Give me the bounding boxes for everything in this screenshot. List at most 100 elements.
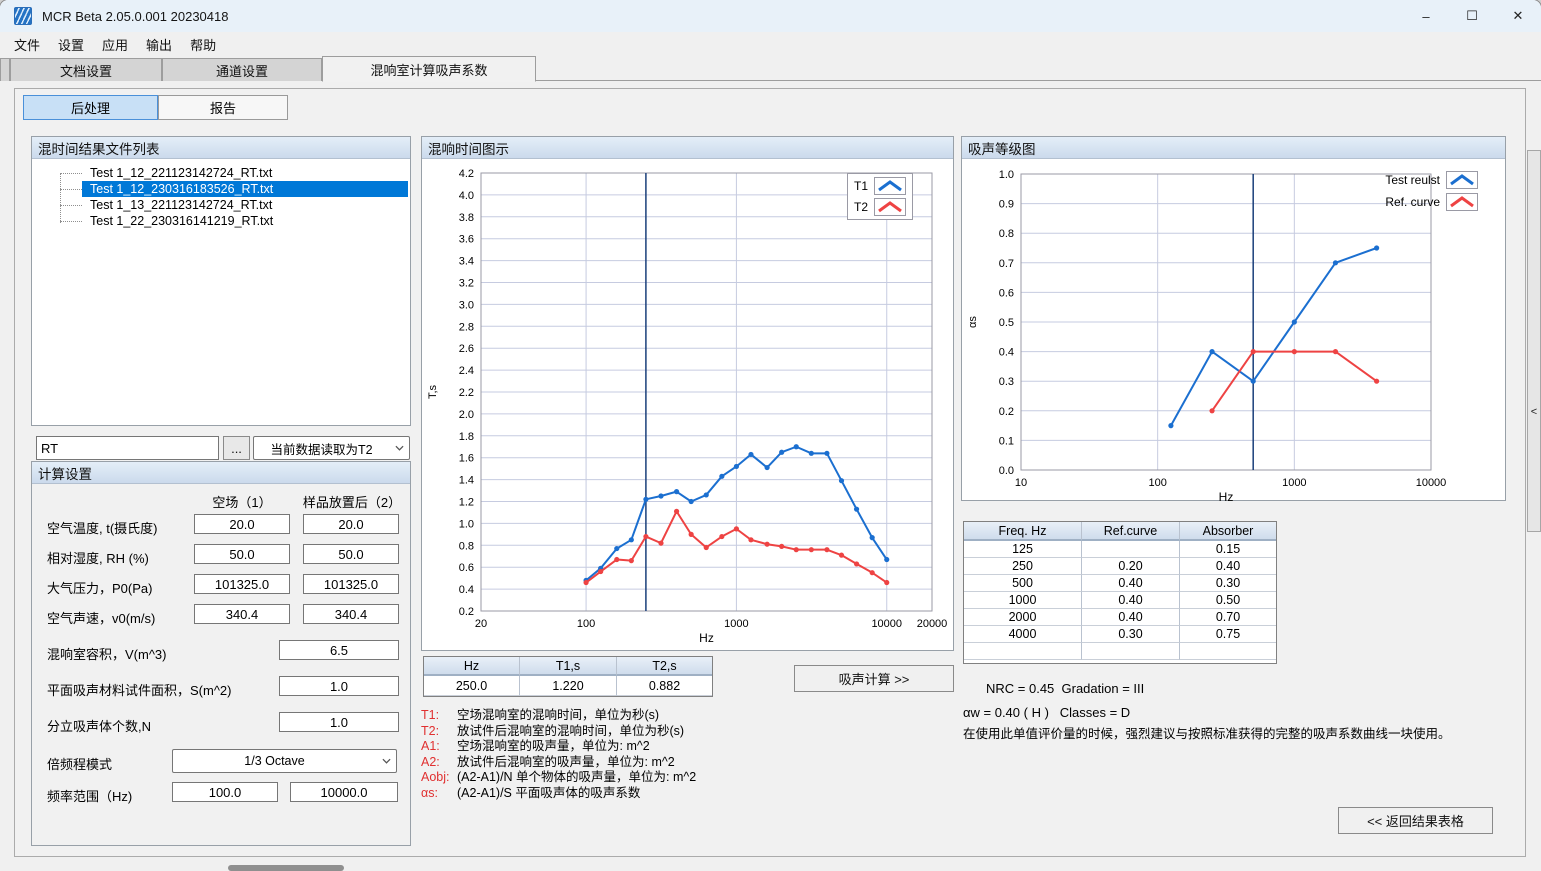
file-item[interactable]: Test 1_22_230316141219_RT.txt [32,213,410,229]
tab-document-settings[interactable]: 文档设置 [10,58,162,81]
nrc-result-text: NRC = 0.45 Gradation = III [986,681,1144,696]
temp-field-1[interactable] [194,514,290,534]
field-label-sample-area: 平面吸声材料试件面积，S(m^2) [47,680,232,699]
window-title: MCR Beta 2.05.0.001 20230418 [42,9,228,24]
grade-chart-legend: Test reulst Ref. curve [1385,171,1478,211]
file-list-group: 混时间结果文件列表 Test 1_12_221123142724_RT.txt … [31,136,411,426]
horizontal-scrollbar-thumb[interactable] [228,865,344,871]
main-panel: 后处理 报告 混时间结果文件列表 Test 1_12_221123142724_… [14,88,1526,857]
tab-channel-settings[interactable]: 通道设置 [162,58,322,81]
close-button[interactable]: ✕ [1495,0,1541,32]
svg-text:2.2: 2.2 [459,387,474,399]
svg-text:2.6: 2.6 [459,343,474,355]
sample-area-field[interactable] [279,676,399,696]
svg-text:100: 100 [577,618,595,630]
app-icon [14,7,32,25]
column-header-with-sample: 样品放置后（2） [297,492,407,511]
menu-help[interactable]: 帮助 [184,32,228,57]
svg-text:2.4: 2.4 [459,365,474,377]
svg-text:0.4: 0.4 [459,584,474,596]
maximize-button[interactable]: ☐ [1449,0,1495,32]
svg-text:1.0: 1.0 [999,169,1014,181]
freq-max-field[interactable] [290,782,398,802]
menu-file[interactable]: 文件 [8,32,52,57]
field-label-freq-range: 频率范围（Hz) [47,786,132,805]
file-item[interactable]: Test 1_13_221123142724_RT.txt [32,197,410,213]
file-item-selected[interactable]: Test 1_12_230316183526_RT.txt [32,181,410,197]
svg-text:T,s: T,s [427,384,439,399]
pressure-field-2[interactable] [303,574,399,594]
svg-text:0.9: 0.9 [999,199,1014,211]
title-bar: MCR Beta 2.05.0.001 20230418 – ☐ ✕ [0,0,1541,32]
menu-apply[interactable]: 应用 [96,32,140,57]
field-label-humidity: 相对湿度, RH (%) [47,548,149,567]
room-volume-field[interactable] [279,640,399,660]
svg-text:1000: 1000 [724,618,748,630]
file-list-title: 混时间结果文件列表 [32,137,410,159]
svg-text:0.2: 0.2 [999,406,1014,418]
field-label-pressure: 大气压力，P0(Pa) [47,578,152,597]
svg-text:1.2: 1.2 [459,497,474,509]
rt-value-table: Hz T1,s T2,s 250.0 1.220 0.882 [423,656,713,697]
rt-chart-group: 混响时间图示 0.20.40.60.81.01.21.41.61.82.02.2… [421,136,954,651]
menu-output[interactable]: 输出 [140,32,184,57]
svg-text:0.8: 0.8 [459,540,474,552]
collapse-left-icon: < [1531,406,1537,531]
svg-text:10000: 10000 [871,618,902,630]
svg-text:4.2: 4.2 [459,168,474,180]
menu-bar: 文件 设置 应用 输出 帮助 [0,32,1541,56]
notes-block: T1:空场混响室的混响时间，单位为秒(s) T2:放试件后混响室的混响时间，单位… [421,708,841,801]
minimize-button[interactable]: – [1403,0,1449,32]
svg-text:0.4: 0.4 [999,347,1014,359]
svg-text:0.3: 0.3 [999,376,1014,388]
svg-text:3.6: 3.6 [459,234,474,246]
humidity-field-1[interactable] [194,544,290,564]
svg-text:3.8: 3.8 [459,212,474,224]
browse-button[interactable]: ... [223,436,250,460]
absorber-count-field[interactable] [279,712,399,732]
pressure-field-1[interactable] [194,574,290,594]
humidity-field-2[interactable] [303,544,399,564]
svg-text:1.8: 1.8 [459,431,474,443]
octave-mode-combo[interactable]: 1/3 Octave [172,749,397,773]
collapse-splitter[interactable]: < [1527,150,1541,532]
subtab-postprocess[interactable]: 后处理 [23,95,158,120]
svg-text:0.8: 0.8 [999,228,1014,240]
menu-settings[interactable]: 设置 [52,32,96,57]
data-read-combo[interactable]: 当前数据读取为T2 [253,436,410,460]
svg-text:Hz: Hz [1219,490,1234,501]
temp-field-2[interactable] [303,514,399,534]
tree-twig [60,173,82,174]
tab-strip: 文档设置 通道设置 混响室计算吸声系数 [0,56,1541,81]
back-to-results-button[interactable]: << 返回结果表格 [1338,807,1493,834]
grade-chart: 0.00.10.20.30.40.50.60.70.80.91.01010010… [963,160,1504,501]
t2-curve-icon [874,198,906,216]
svg-text:2.0: 2.0 [459,409,474,421]
freq-min-field[interactable] [172,782,278,802]
grade-chart-area: 0.00.10.20.30.40.50.60.70.80.91.01010010… [962,159,1505,500]
subtab-report[interactable]: 报告 [158,95,288,120]
tree-line [60,173,61,223]
field-label-sound-speed: 空气声速，v0(m/s) [47,608,155,627]
svg-text:10: 10 [1015,477,1027,489]
svg-text:0.6: 0.6 [999,287,1014,299]
column-header-empty-room: 空场（1） [194,492,290,511]
sound-speed-field-2[interactable] [303,604,399,624]
grade-chart-group: 吸声等级图 0.00.10.20.30.40.50.60.70.80.91.01… [961,136,1506,501]
svg-text:10000: 10000 [1416,477,1447,489]
svg-text:2.8: 2.8 [459,321,474,333]
tree-twig [60,189,82,190]
rt-name-input[interactable] [36,436,219,460]
calc-settings-title: 计算设置 [32,462,410,484]
absorption-calc-button[interactable]: 吸声计算 >> [794,665,954,692]
svg-text:3.2: 3.2 [459,278,474,290]
aw-result-text: αw = 0.40 ( H ) Classes = D [963,705,1130,720]
svg-text:1.6: 1.6 [459,453,474,465]
sound-speed-field-1[interactable] [194,604,290,624]
chevron-down-icon [376,758,396,764]
t1-curve-icon [874,177,906,195]
file-item[interactable]: Test 1_12_221123142724_RT.txt [32,165,410,181]
ref-curve-icon [1446,193,1478,211]
tab-reverb-absorption[interactable]: 混响室计算吸声系数 [322,56,536,82]
svg-text:0.2: 0.2 [459,606,474,618]
